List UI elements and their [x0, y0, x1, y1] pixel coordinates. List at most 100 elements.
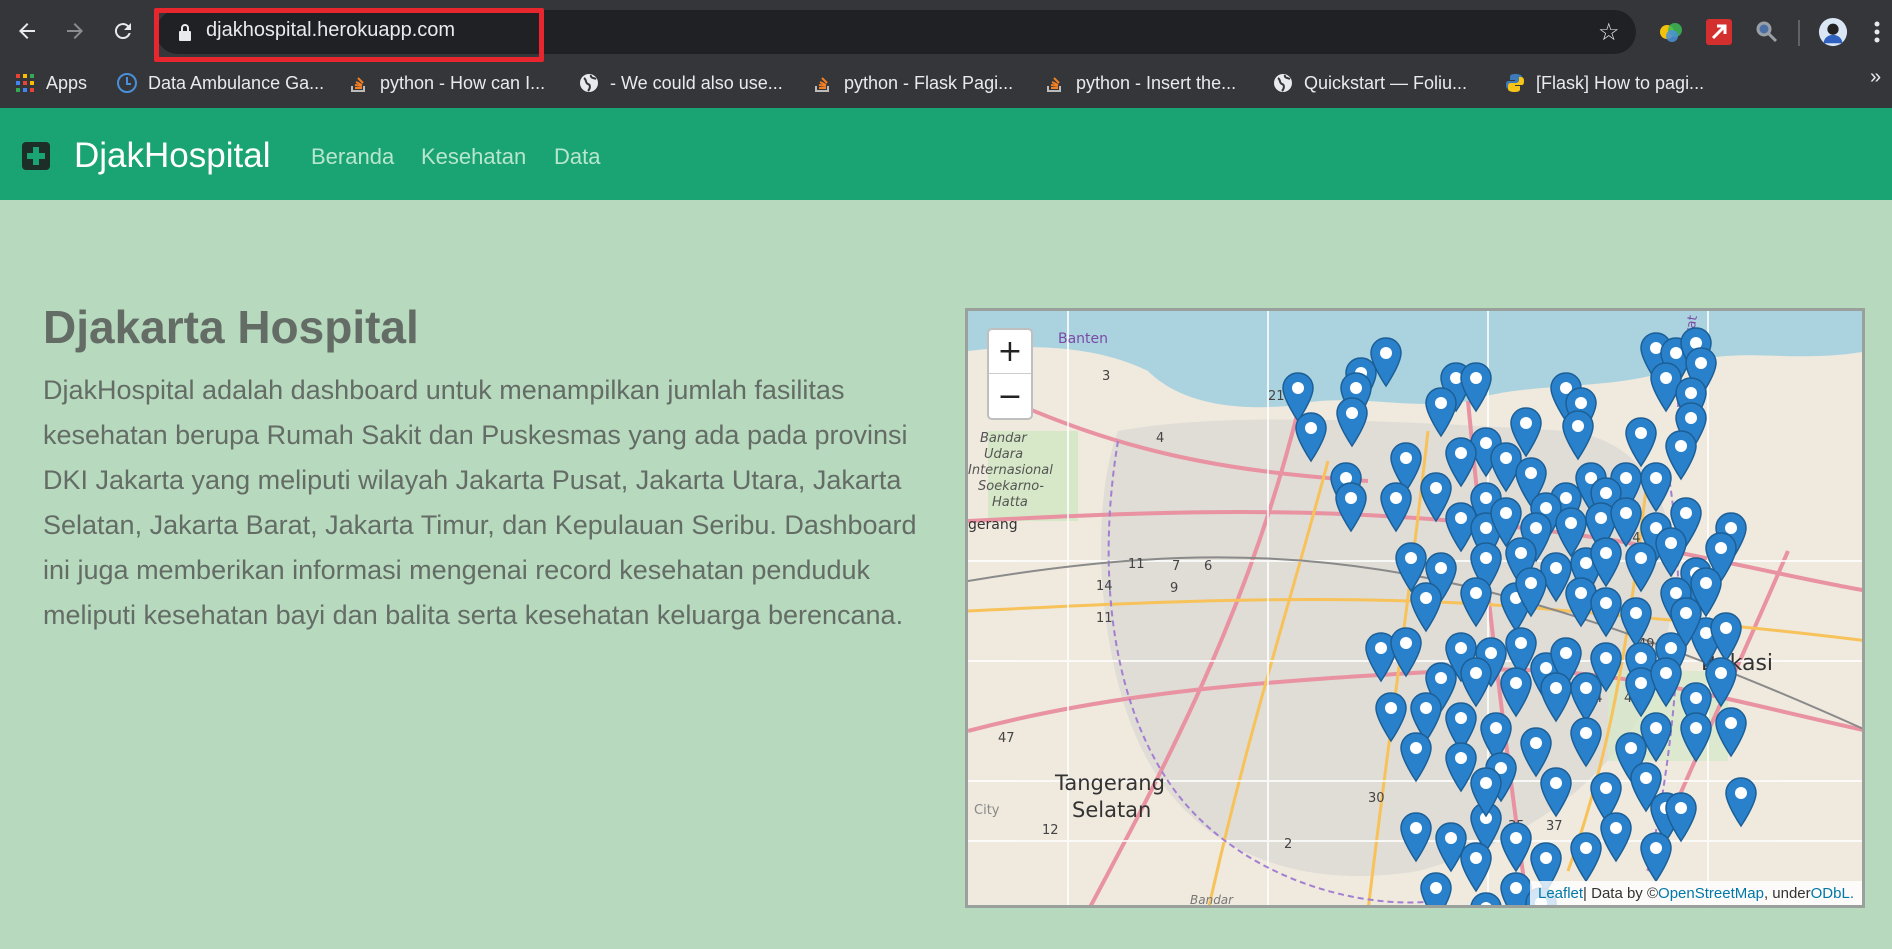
- bookmark-we-could[interactable]: - We could also use...: [578, 68, 783, 98]
- map-marker-icon[interactable]: [1723, 776, 1759, 828]
- bookmark-flask-paginate[interactable]: [Flask] How to pagi...: [1504, 68, 1704, 98]
- extension-color-icon[interactable]: [1656, 17, 1686, 47]
- python-icon: [1504, 72, 1526, 94]
- map-marker-icon[interactable]: [1713, 706, 1749, 758]
- back-arrow-icon[interactable]: [10, 14, 44, 48]
- stackoverflow-icon: [1044, 72, 1066, 94]
- map-marker-icon[interactable]: [1398, 731, 1434, 783]
- map-marker-icon[interactable]: [1568, 716, 1604, 768]
- road-number-label: 4: [1156, 431, 1165, 446]
- map-marker-icon[interactable]: [1458, 576, 1494, 628]
- label-tangerang: gerang: [968, 517, 1018, 533]
- road-number-label: 9: [1170, 581, 1179, 596]
- extension-search-icon[interactable]: [1752, 17, 1782, 47]
- map-marker-icon[interactable]: [1423, 386, 1459, 438]
- bookmark-apps[interactable]: Apps: [14, 68, 87, 98]
- label-airport-4: Soekarno-: [978, 479, 1044, 494]
- label-tangerang-selatan-1: Tangerang: [1055, 771, 1165, 795]
- road-number-label: 3: [1102, 369, 1111, 384]
- map-marker-icon[interactable]: [1678, 711, 1714, 763]
- bookmark-python-how-can[interactable]: python - How can I...: [348, 68, 545, 98]
- map-marker-icon[interactable]: [1513, 566, 1549, 618]
- kebab-menu-icon[interactable]: [1862, 17, 1892, 47]
- hospital-map[interactable]: Bekasi Tangerang Selatan Banten Barat Ba…: [965, 308, 1865, 908]
- medical-cross-icon: [22, 142, 50, 170]
- road-number-label: 37: [1546, 819, 1563, 834]
- profile-avatar-icon[interactable]: [1818, 17, 1848, 47]
- bookmark-data-ambulance[interactable]: Data Ambulance Ga...: [116, 68, 324, 98]
- toolbar-separator: [1798, 20, 1800, 46]
- bookmark-flask-pagination[interactable]: python - Flask Pagi...: [812, 68, 1013, 98]
- road-number-label: 14: [1096, 579, 1113, 594]
- map-marker-icon[interactable]: [1538, 766, 1574, 818]
- stackoverflow-icon: [812, 72, 834, 94]
- map-marker-icon[interactable]: [1668, 596, 1704, 648]
- bookmarks-bar: Apps Data Ambulance Ga... python - How c…: [0, 62, 1892, 106]
- bookmark-python-insert[interactable]: python - Insert the...: [1044, 68, 1236, 98]
- zoom-control: + −: [987, 328, 1033, 420]
- map-marker-icon[interactable]: [1388, 626, 1424, 678]
- label-airport-1: Bandar: [980, 431, 1027, 446]
- label-airport-5: Hatta: [992, 495, 1028, 510]
- zoom-in-button[interactable]: +: [989, 330, 1031, 374]
- road-number-label: 30: [1368, 791, 1385, 806]
- map-marker-icon[interactable]: [1663, 791, 1699, 843]
- label-airport-2: Udara: [984, 447, 1024, 462]
- bookmark-label: python - How can I...: [380, 72, 546, 93]
- bookmark-label: Data Ambulance Ga...: [148, 72, 325, 93]
- road-number-label: 6: [1204, 559, 1213, 574]
- map-marker-icon[interactable]: [1560, 409, 1596, 461]
- apps-grid-icon: [14, 72, 36, 94]
- map-marker-icon[interactable]: [1333, 481, 1369, 533]
- bookmark-label: python - Insert the...: [1076, 72, 1237, 93]
- globe-icon: [1272, 72, 1294, 94]
- map-marker-icon[interactable]: [1334, 396, 1370, 448]
- road-number-label: 7: [1172, 559, 1181, 574]
- map-marker-icon[interactable]: [1378, 481, 1414, 533]
- label-bandar: Bandar: [1190, 893, 1234, 907]
- url-text[interactable]: djakhospital.herokuapp.com: [206, 19, 455, 42]
- map-marker-icon[interactable]: [1638, 711, 1674, 763]
- nav-link-data[interactable]: Data: [554, 144, 600, 170]
- road-number-label: 11: [1096, 611, 1113, 626]
- label-city: City: [974, 803, 1000, 818]
- bookmark-label: Quickstart — Foliu...: [1304, 72, 1468, 93]
- browser-chrome: djakhospital.herokuapp.com ☆ Apps Data A…: [0, 0, 1892, 108]
- attribution-text: | Data by ©: [1583, 884, 1659, 902]
- extension-arrow-icon[interactable]: [1704, 17, 1734, 47]
- nav-link-kesehatan[interactable]: Kesehatan: [421, 144, 526, 170]
- road-number-label: 12: [1042, 823, 1059, 838]
- map-marker-icon[interactable]: [1598, 811, 1634, 863]
- page-description: DjakHospital adalah dashboard untuk mena…: [43, 375, 917, 630]
- bookmark-label: Apps: [46, 72, 88, 93]
- bookmark-quickstart-folium[interactable]: Quickstart — Foliu...: [1272, 68, 1467, 98]
- page-title: Djakarta Hospital: [43, 301, 419, 353]
- ambulance-site-icon: [116, 72, 138, 94]
- nav-link-beranda[interactable]: Beranda: [311, 144, 394, 170]
- map-marker-icon[interactable]: [1703, 656, 1739, 708]
- label-tangerang-selatan-2: Selatan: [1072, 798, 1152, 822]
- reload-icon[interactable]: [106, 14, 140, 48]
- map-marker-icon[interactable]: [1458, 841, 1494, 893]
- zoom-out-button[interactable]: −: [989, 374, 1031, 418]
- leaflet-link[interactable]: Leaflet: [1538, 885, 1583, 902]
- bookmark-label: [Flask] How to pagi...: [1536, 72, 1705, 93]
- road-number-label: 11: [1128, 557, 1145, 572]
- map-marker-icon[interactable]: [1418, 871, 1454, 908]
- bookmark-label: python - Flask Pagi...: [844, 72, 1014, 93]
- bookmark-star-icon[interactable]: ☆: [1598, 18, 1620, 47]
- road-number-label: 2: [1284, 837, 1293, 852]
- map-marker-icon[interactable]: [1458, 361, 1494, 413]
- odbl-link[interactable]: ODbL.: [1811, 885, 1854, 902]
- browser-toolbar: djakhospital.herokuapp.com ☆: [0, 0, 1892, 64]
- bookmark-label: - We could also use...: [610, 72, 783, 93]
- map-marker-icon[interactable]: [1398, 811, 1434, 863]
- forward-arrow-icon[interactable]: [58, 14, 92, 48]
- bookmarks-overflow-chevron[interactable]: »: [1870, 66, 1881, 89]
- stackoverflow-icon: [348, 72, 370, 94]
- openstreetmap-link[interactable]: OpenStreetMap: [1658, 885, 1764, 902]
- brand-title[interactable]: DjakHospital: [74, 136, 270, 176]
- lock-icon: [179, 24, 191, 41]
- map-marker-icon[interactable]: [1293, 411, 1329, 463]
- map-marker-icon[interactable]: [1468, 766, 1504, 818]
